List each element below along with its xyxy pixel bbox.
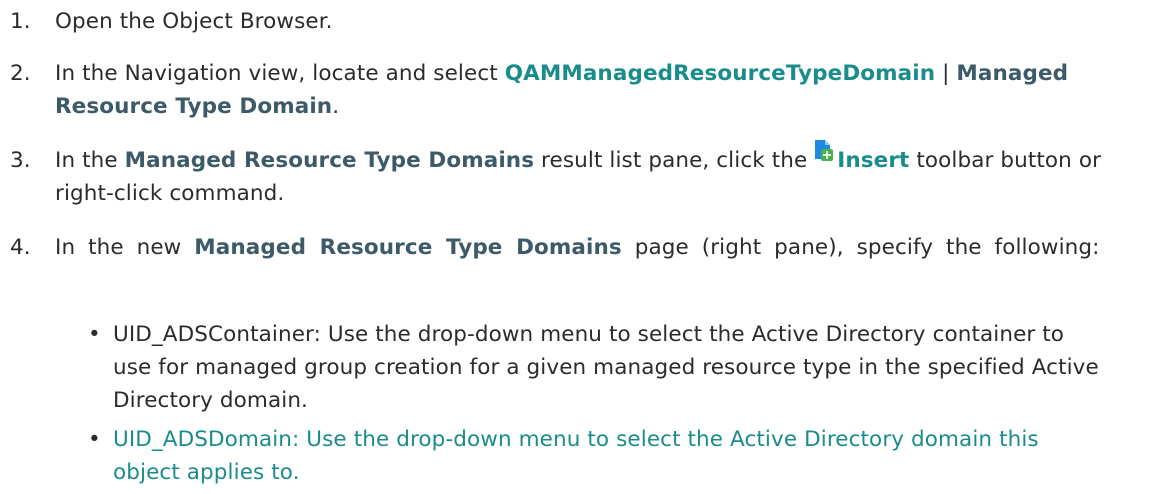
separator: | [935,61,957,86]
step-text: Open the Object Browser. [55,9,333,34]
result-list-name: Managed Resource Type Domains [124,148,535,173]
page-name: Managed Resource Type Domains [194,235,622,260]
bullet: • [88,322,101,347]
table-name: QAMManagedResourceTypeDomain [504,61,936,86]
insert-icon [814,140,834,169]
step-text: page (right pane), specify the following… [621,235,1100,260]
step-number: 4. [10,235,31,260]
insert-label: Insert [837,148,910,173]
step-text: In the new [55,235,195,260]
step-number: 1. [10,9,31,34]
step-text: . [332,94,340,119]
step-text: In the [55,148,125,173]
insert-icon-graphic [815,140,834,161]
step-number: 3. [10,148,31,173]
step-text: In the Navigation view, locate and selec… [55,61,505,86]
bullet: • [88,427,101,452]
step-body: In the new Managed Resource Type Domains… [55,231,1121,264]
step-body: In the Managed Resource Type Domains res… [55,140,1121,210]
step-body: In the Navigation view, locate and selec… [55,57,1121,123]
bullet-text: UID_ADSDomain: Use the drop-down menu to… [113,427,1039,485]
step-number: 2. [10,61,31,86]
step-text: result list pane, click the [534,148,815,173]
bullet-text: UID_ADSContainer: Use the drop-down menu… [113,322,1099,413]
